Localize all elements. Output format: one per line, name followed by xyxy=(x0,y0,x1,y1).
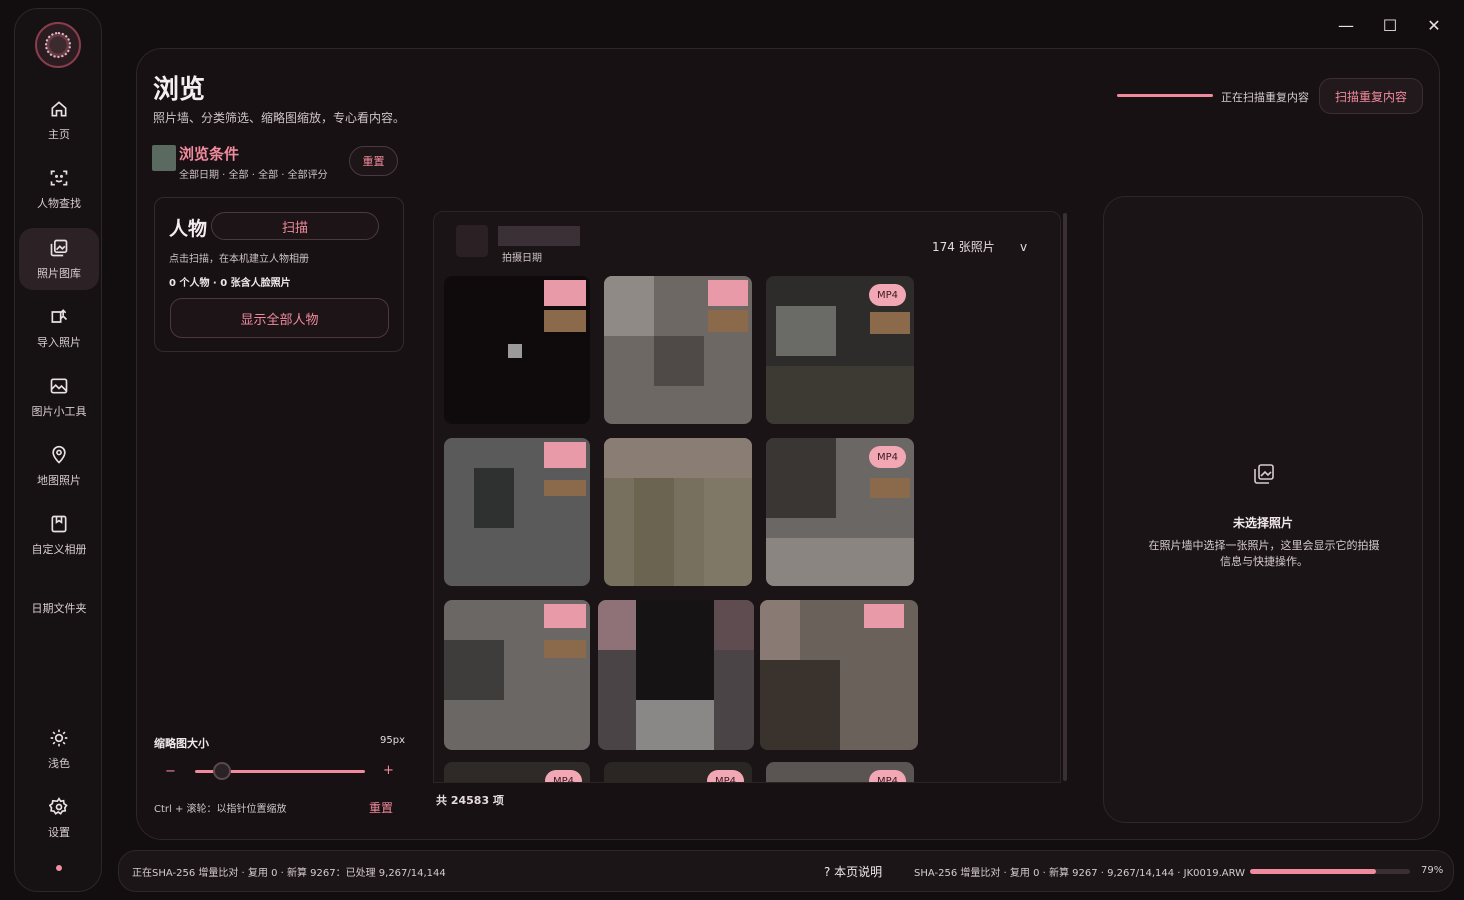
thumbnail-slider-handle[interactable] xyxy=(213,762,232,780)
nav-custom-album[interactable]: 自定义相册 xyxy=(19,504,99,566)
photo-tile[interactable] xyxy=(604,276,752,424)
filter-reset-button[interactable]: 重置 xyxy=(349,146,398,176)
home-icon xyxy=(48,98,70,120)
mp4-badge: MP4 xyxy=(868,446,906,468)
nav-gallery[interactable]: 照片图库 xyxy=(19,228,99,290)
video-tile[interactable]: MP4 xyxy=(444,762,590,782)
photo-tile[interactable] xyxy=(598,600,754,750)
nav-settings-label: 设置 xyxy=(48,826,70,839)
minimize-button[interactable]: — xyxy=(1333,12,1359,38)
photo-wall-scrollbar[interactable] xyxy=(1063,213,1067,781)
status-right-text: SHA-256 增量比对 · 复用 0 · 新算 9267 · 9,267/14… xyxy=(914,868,1246,879)
gallery-icon xyxy=(48,237,70,259)
filter-description: 全部日期 · 全部 · 全部 · 全部评分 xyxy=(179,170,328,181)
detail-text: 在照片墙中选择一张照片，这里会显示它的拍摄信息与快捷操作。 xyxy=(1148,539,1380,568)
nav-map-label: 地图照片 xyxy=(37,474,81,487)
progress-bar-fill xyxy=(1250,869,1377,874)
nav-face-search-label: 人物查找 xyxy=(37,197,81,210)
progress-percent: 79% xyxy=(1421,865,1444,876)
main-panel: 浏览 照片墙、分类筛选、缩略图缩放，专心看内容。 正在扫描重复内容 扫描重复内容… xyxy=(136,48,1440,840)
photo-tile[interactable] xyxy=(444,438,590,586)
thumbnail-decrease-button[interactable]: − xyxy=(165,764,176,779)
face-scan-icon xyxy=(48,167,70,189)
status-left-text: 正在SHA-256 增量比对 · 复用 0 · 新算 9267：已处理 9,26… xyxy=(132,868,446,879)
detail-title: 未选择照片 xyxy=(1232,516,1293,530)
filter-swatch xyxy=(152,145,176,171)
map-pin-icon xyxy=(48,444,70,466)
filter-title: 浏览条件 xyxy=(179,145,240,163)
video-tile[interactable]: MP4 xyxy=(604,762,752,782)
total-count: 共 24583 项 xyxy=(436,794,504,807)
nav-gallery-label: 照片图库 xyxy=(37,267,81,280)
group-date-label: 拍摄日期 xyxy=(502,253,542,264)
photo-wall: 拍摄日期 174 张照片 v MP4 MP4 MP4 MP4 MP4 xyxy=(433,211,1061,783)
app-logo xyxy=(35,22,81,68)
nav-date-folder-label: 日期文件夹 xyxy=(31,602,87,615)
nav-date-folder[interactable]: 日期文件夹 xyxy=(19,593,99,623)
video-tile[interactable]: MP4 xyxy=(766,276,914,424)
nav-home[interactable]: 主页 xyxy=(19,89,99,151)
gallery-icon xyxy=(1252,462,1276,486)
scan-progress-line xyxy=(1117,94,1213,97)
people-count: 0 个人物 · 0 张含人脸照片 xyxy=(169,278,291,289)
maximize-button[interactable]: ☐ xyxy=(1377,12,1403,38)
status-bar: 正在SHA-256 增量比对 · 复用 0 · 新算 9267：已处理 9,26… xyxy=(118,850,1454,892)
page-title: 浏览 xyxy=(153,75,206,105)
mp4-badge: MP4 xyxy=(706,770,744,782)
zoom-hint: Ctrl + 滚轮：以指针位置缩放 xyxy=(154,804,287,815)
gear-icon xyxy=(48,796,70,818)
nav-import-label: 导入照片 xyxy=(37,336,81,349)
status-dot xyxy=(56,865,62,871)
group-name-redacted xyxy=(498,226,580,246)
group-photo-count-number: 174 xyxy=(932,240,955,254)
show-all-people-button[interactable]: 显示全部人物 xyxy=(170,298,389,338)
photo-tile[interactable] xyxy=(760,600,918,750)
scan-status-text: 正在扫描重复内容 xyxy=(1221,91,1309,104)
mp4-badge: MP4 xyxy=(868,770,906,782)
nav-map[interactable]: 地图照片 xyxy=(19,435,99,497)
video-tile[interactable]: MP4 xyxy=(766,438,914,586)
chevron-down-icon[interactable]: v xyxy=(1020,240,1027,254)
group-photo-count-unit: 张照片 xyxy=(958,240,995,254)
photo-tile[interactable] xyxy=(444,276,590,424)
photo-tile[interactable] xyxy=(444,600,590,750)
scan-duplicates-button[interactable]: 扫描重复内容 xyxy=(1319,78,1423,114)
nav-image-tools-label: 图片小工具 xyxy=(31,405,87,418)
nav-light-theme-label: 浅色 xyxy=(48,757,70,770)
thumbnail-size-value: 95px xyxy=(380,735,405,746)
image-tool-icon xyxy=(48,375,70,397)
page-subtitle: 照片墙、分类筛选、缩略图缩放，专心看内容。 xyxy=(153,111,406,125)
progress-bar xyxy=(1250,869,1410,874)
page-help-link[interactable]: ? 本页说明 xyxy=(824,863,882,880)
mp4-badge: MP4 xyxy=(868,284,906,306)
close-button[interactable]: ✕ xyxy=(1421,12,1447,38)
nav-settings[interactable]: 设置 xyxy=(19,787,99,849)
nav-import[interactable]: 导入照片 xyxy=(19,297,99,359)
people-card: 人物 扫描 点击扫描，在本机建立人物相册 0 个人物 · 0 张含人脸照片 显示… xyxy=(154,197,404,352)
group-avatar xyxy=(456,225,488,257)
people-scan-button[interactable]: 扫描 xyxy=(211,212,379,240)
import-icon xyxy=(48,306,70,328)
video-tile[interactable]: MP4 xyxy=(766,762,914,782)
sidebar: 主页 人物查找 照片图库 导入照片 图片小工具 地图照片 自定义相册 日期文件夹… xyxy=(14,8,102,892)
nav-face-search[interactable]: 人物查找 xyxy=(19,158,99,220)
nav-light-theme[interactable]: 浅色 xyxy=(19,718,99,780)
nav-custom-album-label: 自定义相册 xyxy=(31,543,87,556)
album-icon xyxy=(48,513,70,535)
thumbnail-reset-button[interactable]: 重置 xyxy=(369,799,393,816)
nav-image-tools[interactable]: 图片小工具 xyxy=(19,366,99,428)
group-photo-count: 174 张照片 xyxy=(932,238,995,255)
thumbnail-increase-button[interactable]: + xyxy=(383,763,394,778)
thumbnail-size-label: 缩略图大小 xyxy=(154,737,209,750)
people-hint: 点击扫描，在本机建立人物相册 xyxy=(169,254,309,265)
mp4-badge: MP4 xyxy=(544,770,582,782)
people-title: 人物 xyxy=(169,218,208,240)
sun-icon xyxy=(48,727,70,749)
detail-panel: 未选择照片 在照片墙中选择一张照片，这里会显示它的拍摄信息与快捷操作。 xyxy=(1103,196,1423,823)
photo-tile[interactable] xyxy=(604,438,752,586)
nav-home-label: 主页 xyxy=(48,128,70,141)
